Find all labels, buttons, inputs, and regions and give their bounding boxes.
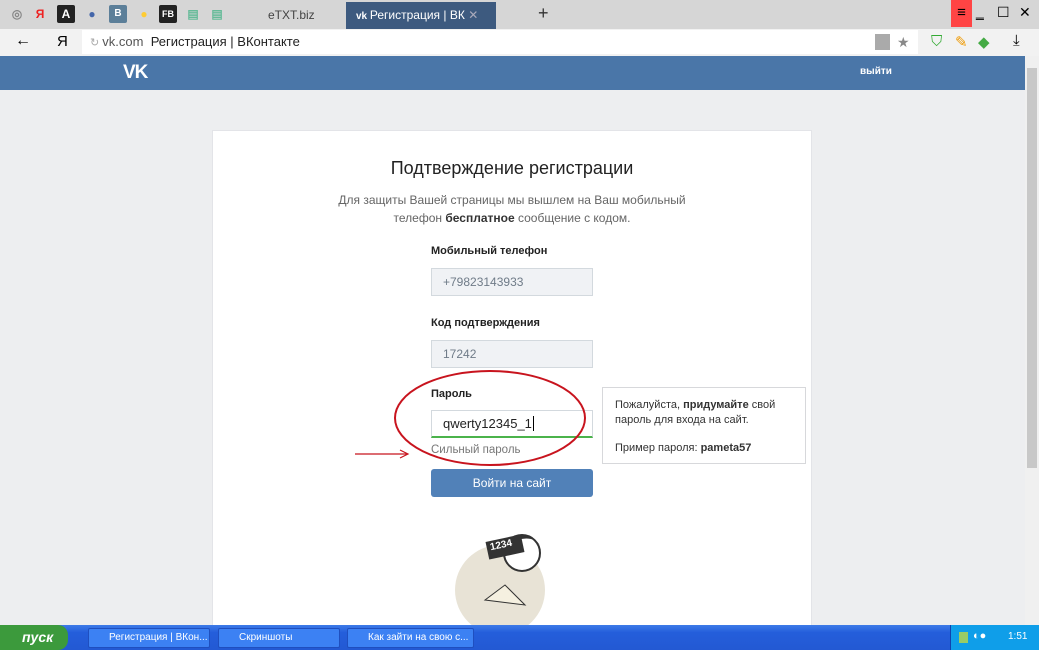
- taskbar-item-folder[interactable]: Скриншоты: [218, 628, 340, 648]
- taskbar-item-browser[interactable]: Регистрация | ВКон...: [88, 628, 210, 648]
- system-tray: ◐● 1:51: [950, 625, 1039, 650]
- annotation-overlay: [355, 370, 586, 635]
- taskbar-item-document[interactable]: Как зайти на свою с...: [347, 628, 474, 648]
- tray-icon[interactable]: ◐●: [973, 630, 986, 642]
- annotation-ellipse: [394, 370, 586, 466]
- windows-taskbar: пуск Регистрация | ВКон... Скриншоты Как…: [0, 625, 1039, 650]
- clock: 1:51: [1008, 631, 1028, 642]
- start-button[interactable]: пуск: [0, 625, 68, 650]
- tray-icon[interactable]: [959, 632, 968, 643]
